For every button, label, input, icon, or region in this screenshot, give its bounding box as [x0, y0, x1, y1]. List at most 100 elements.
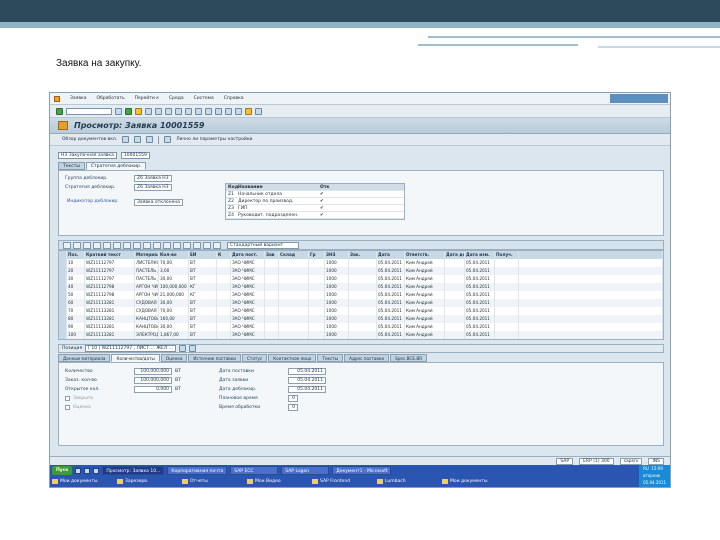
doc-type-select[interactable]: НЗ Закупочная заявка: [58, 152, 117, 159]
taskbar-folder[interactable]: Мои документы: [52, 479, 114, 484]
row-selector[interactable]: [59, 307, 67, 315]
table-row[interactable]: 60WZ11113281СУДОВАЯ ПЕНА ДЛЯ ЛЕЧ.30,00ВТ…: [59, 299, 663, 307]
taskbar-folder[interactable]: SAP Frontend: [312, 479, 374, 484]
deselect-icon[interactable]: [83, 241, 91, 249]
menu-item[interactable]: Заявка: [70, 96, 86, 101]
taskbar-folder[interactable]: Отчеты: [182, 479, 244, 484]
menu-item[interactable]: Перейти к: [135, 96, 159, 101]
tab-texts[interactable]: Тексты: [317, 354, 344, 362]
layout-icon[interactable]: [255, 107, 262, 115]
find-icon[interactable]: [165, 107, 172, 115]
release-code-row[interactable]: Z3 ГИП ✔: [226, 205, 404, 212]
row-selector[interactable]: [59, 315, 67, 323]
start-button[interactable]: Пуск: [52, 466, 73, 475]
next-page-icon[interactable]: [205, 107, 212, 115]
taskbar-folder[interactable]: Зарезерв.: [117, 479, 179, 484]
print-preview-icon[interactable]: [143, 241, 151, 249]
quicklaunch-icon[interactable]: [84, 467, 91, 474]
table-row[interactable]: 70WZ11113281СУДОВАЯ ПЕНА ДЛЯ ЛЕЧ.70,00ВТ…: [59, 307, 663, 315]
tab-material-data[interactable]: Данные материала: [58, 354, 111, 362]
prev-item-icon[interactable]: [179, 345, 187, 352]
table-row[interactable]: 50WZ11112798АРГОН ЧИСТЫЙ21,000,000КГ ЗАО …: [59, 291, 663, 299]
valuation-checkbox[interactable]: [65, 404, 70, 410]
quicklaunch-icon[interactable]: [75, 467, 82, 474]
system-indicator[interactable]: SAP: [556, 457, 574, 465]
table-row[interactable]: 40WZ11112798АРГОН ЧИСТЫЙ100,000,000КГ ЗАО…: [59, 283, 663, 291]
row-selector[interactable]: [59, 323, 67, 331]
print-icon[interactable]: [155, 107, 162, 115]
menu-item[interactable]: Справка: [224, 96, 244, 101]
tab-quantities-dates[interactable]: Количества/даты: [111, 354, 160, 362]
sap-menu-icon[interactable]: [54, 95, 60, 102]
tab-source-of-supply[interactable]: Источник поставки: [188, 354, 241, 362]
tab-status[interactable]: Статус: [241, 354, 268, 362]
table-row[interactable]: 100WZ11113281ЭЛЕКТРОД СВАРОЧНЫЙ СОРТ1,86…: [59, 331, 663, 339]
layout-save-icon[interactable]: [183, 241, 191, 249]
export-icon[interactable]: [153, 241, 161, 249]
select-all-icon[interactable]: [73, 241, 81, 249]
menu-item[interactable]: Обработать: [96, 96, 124, 101]
table-row[interactable]: 10WZ11112797ЛИСТЕЛКОВОЛЬ_РОЗОВЫЙ70,00ВТ З…: [59, 259, 663, 267]
doc-number-field[interactable]: 10001559: [120, 152, 150, 159]
display-change-icon[interactable]: [122, 136, 130, 143]
help-icon[interactable]: [245, 107, 252, 115]
row-selector[interactable]: [59, 259, 67, 267]
first-page-icon[interactable]: [185, 107, 192, 115]
back-icon[interactable]: [125, 107, 132, 115]
check-icon[interactable]: [146, 136, 154, 143]
sort-asc-icon[interactable]: [93, 241, 101, 249]
release-code-row[interactable]: Z1 Начальник отдела ✔: [226, 191, 404, 198]
tab-release-strategy[interactable]: Стратегия деблокир.: [85, 162, 147, 170]
account-icon[interactable]: [203, 241, 211, 249]
new-session-icon[interactable]: [225, 107, 232, 115]
last-page-icon[interactable]: [215, 107, 222, 115]
command-field[interactable]: [66, 107, 112, 115]
sort-desc-icon[interactable]: [103, 241, 111, 249]
layout-variant-select[interactable]: Стандартный вариант: [227, 241, 299, 249]
graphic-icon[interactable]: [193, 241, 201, 249]
taskbar-window[interactable]: SAP ECC: [230, 466, 279, 475]
quicklaunch-icon[interactable]: [93, 467, 100, 474]
shortcut-icon[interactable]: [235, 107, 242, 115]
item-select[interactable]: [ 10 ] WZ11112797 , ЛИСТ ... ЖЕЛ ...: [85, 345, 177, 352]
row-selector[interactable]: [59, 283, 67, 291]
row-selector[interactable]: [59, 291, 67, 299]
other-document-icon[interactable]: [134, 136, 142, 143]
tab-contact-person[interactable]: Контактное лицо: [268, 354, 317, 362]
layout-select-icon[interactable]: [173, 241, 181, 249]
exit-icon[interactable]: [135, 107, 142, 115]
row-selector[interactable]: [59, 299, 67, 307]
taskbar-folder[interactable]: Lumbach: [377, 479, 439, 484]
table-row[interactable]: 30WZ11112797ПАСТЕЛЬ ДЛЯ ДЛ. УГЛОВАЯ30,00…: [59, 275, 663, 283]
personal-settings-button[interactable]: Лично ли параметры настройки: [176, 137, 252, 142]
find-next-icon[interactable]: [175, 107, 182, 115]
tab-delivery-address[interactable]: Адрес поставки: [344, 354, 390, 362]
table-row[interactable]: 80WZ11113281КАНЦТОВАРЫ ОФИСНЫЕ160,00ВТ ЗА…: [59, 315, 663, 323]
taskbar-folder[interactable]: Мои документы: [442, 479, 504, 484]
tab-custom[interactable]: Spec.BCE.BR: [390, 354, 428, 362]
closed-checkbox[interactable]: [65, 395, 70, 401]
personal-settings-icon[interactable]: [164, 136, 172, 143]
release-indicator-label[interactable]: Индикатор деблокир.: [65, 199, 131, 206]
menu-item[interactable]: Среда: [169, 96, 184, 101]
sum-icon[interactable]: [123, 241, 131, 249]
next-item-icon[interactable]: [189, 345, 197, 352]
table-row[interactable]: 20WZ11112797ПАСТЕЛЬ ДЛЯ ДЛ. УГЛОВАЯ3,00В…: [59, 267, 663, 275]
taskbar-folder[interactable]: Мои Видео: [247, 479, 309, 484]
row-selector[interactable]: [59, 275, 67, 283]
subtotal-icon[interactable]: [133, 241, 141, 249]
prev-page-icon[interactable]: [195, 107, 202, 115]
document-overview-button[interactable]: Обзор документов вкл.: [62, 137, 117, 142]
taskbar-window[interactable]: Просмотр: Заявка 10...: [102, 466, 165, 475]
layout-change-icon[interactable]: [163, 241, 171, 249]
tab-valuation[interactable]: Оценка: [160, 354, 188, 362]
save-icon[interactable]: [115, 107, 122, 115]
details-icon[interactable]: [63, 241, 71, 249]
table-row[interactable]: 90WZ11113281КАНЦТОВАРЫ ОФИСНЫЕ30,00ВТ ЗАО…: [59, 323, 663, 331]
tab-texts[interactable]: Тексты: [58, 162, 85, 170]
row-selector[interactable]: [59, 331, 67, 339]
menu-item[interactable]: Система: [194, 96, 214, 101]
cancel-icon[interactable]: [145, 107, 152, 115]
taskbar-window[interactable]: Документ1 - Microsoft: [332, 466, 392, 475]
taskbar-window[interactable]: Корпоративная почта: [167, 466, 228, 475]
